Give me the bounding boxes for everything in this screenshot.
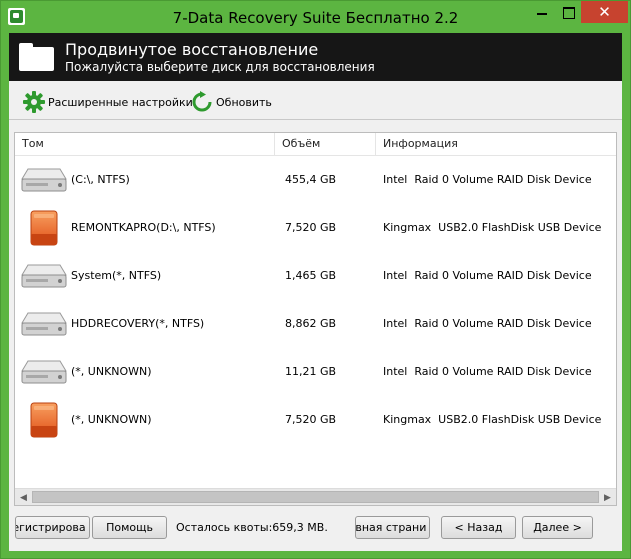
next-button[interactable]: Далее > [522, 516, 593, 539]
footer-bar: регистрирова Помощь Осталось квоты:659,3… [9, 506, 622, 551]
hard-drive-icon [21, 168, 67, 192]
hard-drive-icon [21, 312, 67, 336]
table-row[interactable]: (*, UNKNOWN) 7,520 GB Kingmax USB2.0 Fla… [15, 396, 616, 444]
page-title: Продвинутое восстановление [65, 40, 319, 59]
volume-info: Intel Raid 0 Volume RAID Disk Device [383, 317, 592, 330]
gear-icon [23, 91, 45, 113]
usb-drive-icon [30, 402, 58, 438]
table-row[interactable]: REMONTKAPRO(D:\, NTFS) 7,520 GB Kingmax … [15, 204, 616, 252]
back-button[interactable]: < Назад [441, 516, 516, 539]
refresh-label: Обновить [216, 95, 272, 109]
advanced-settings-label: Расширенные настройки [48, 95, 193, 109]
volume-list[interactable]: Том Объём Информация (C:\, NTFS) 455,4 G… [14, 132, 617, 506]
page-header: Продвинутое восстановление Пожалуйста вы… [9, 33, 622, 81]
volume-name: (*, UNKNOWN) [71, 413, 152, 426]
help-button[interactable]: Помощь [92, 516, 167, 539]
column-header-volume[interactable]: Том [15, 133, 275, 155]
page-subtitle: Пожалуйста выберите диск для восстановле… [65, 60, 375, 74]
volume-size: 455,4 GB [285, 173, 337, 186]
quota-status: Осталось квоты:659,3 MB. [176, 521, 328, 534]
volume-info: Kingmax USB2.0 FlashDisk USB Device [383, 221, 602, 234]
volume-size: 7,520 GB [285, 413, 337, 426]
column-header-info[interactable]: Информация [376, 133, 616, 155]
home-page-label: авная страни [355, 521, 427, 534]
horizontal-scrollbar[interactable]: ◀ ▶ [15, 488, 616, 505]
register-label: регистрирова [16, 521, 86, 534]
column-header-size[interactable]: Объём [275, 133, 376, 155]
toolbar: Расширенные настройки Обновить [9, 81, 622, 120]
list-header: Том Объём Информация [15, 133, 616, 156]
volume-name: REMONTKAPRO(D:\, NTFS) [71, 221, 216, 234]
volume-info: Intel Raid 0 Volume RAID Disk Device [383, 269, 592, 282]
app-window: 7-Data Recovery Suite Бесплатно 2.2 ✕ Пр… [0, 0, 631, 559]
close-button[interactable]: ✕ [581, 1, 628, 23]
content-area: Том Объём Информация (C:\, NTFS) 455,4 G… [9, 120, 622, 506]
volume-info: Intel Raid 0 Volume RAID Disk Device [383, 365, 592, 378]
advanced-settings-button[interactable]: Расширенные настройки [23, 91, 193, 113]
table-row[interactable]: (*, UNKNOWN) 11,21 GB Intel Raid 0 Volum… [15, 348, 616, 396]
volume-name: (*, UNKNOWN) [71, 365, 152, 378]
volume-size: 11,21 GB [285, 365, 337, 378]
table-row[interactable]: (C:\, NTFS) 455,4 GB Intel Raid 0 Volume… [15, 156, 616, 204]
volume-size: 1,465 GB [285, 269, 337, 282]
volume-size: 7,520 GB [285, 221, 337, 234]
volume-info: Intel Raid 0 Volume RAID Disk Device [383, 173, 592, 186]
scroll-left-icon[interactable]: ◀ [15, 489, 32, 505]
table-row[interactable]: HDDRECOVERY(*, NTFS) 8,862 GB Intel Raid… [15, 300, 616, 348]
volume-name: HDDRECOVERY(*, NTFS) [71, 317, 205, 330]
refresh-button[interactable]: Обновить [191, 91, 272, 112]
usb-drive-icon [30, 210, 58, 246]
folder-icon [19, 43, 54, 71]
volume-name: System(*, NTFS) [71, 269, 162, 282]
home-page-button[interactable]: авная страни [355, 516, 430, 539]
register-button[interactable]: регистрирова [15, 516, 90, 539]
scroll-right-icon[interactable]: ▶ [599, 489, 616, 505]
minimize-button[interactable] [529, 1, 555, 23]
scrollbar-thumb[interactable] [32, 491, 599, 503]
maximize-button[interactable] [555, 1, 581, 23]
hard-drive-icon [21, 264, 67, 288]
volume-size: 8,862 GB [285, 317, 337, 330]
volume-name: (C:\, NTFS) [71, 173, 130, 186]
hard-drive-icon [21, 360, 67, 384]
refresh-icon [192, 91, 212, 112]
volume-info: Kingmax USB2.0 FlashDisk USB Device [383, 413, 602, 426]
table-row[interactable]: System(*, NTFS) 1,465 GB Intel Raid 0 Vo… [15, 252, 616, 300]
title-bar[interactable]: 7-Data Recovery Suite Бесплатно 2.2 ✕ [1, 1, 630, 33]
